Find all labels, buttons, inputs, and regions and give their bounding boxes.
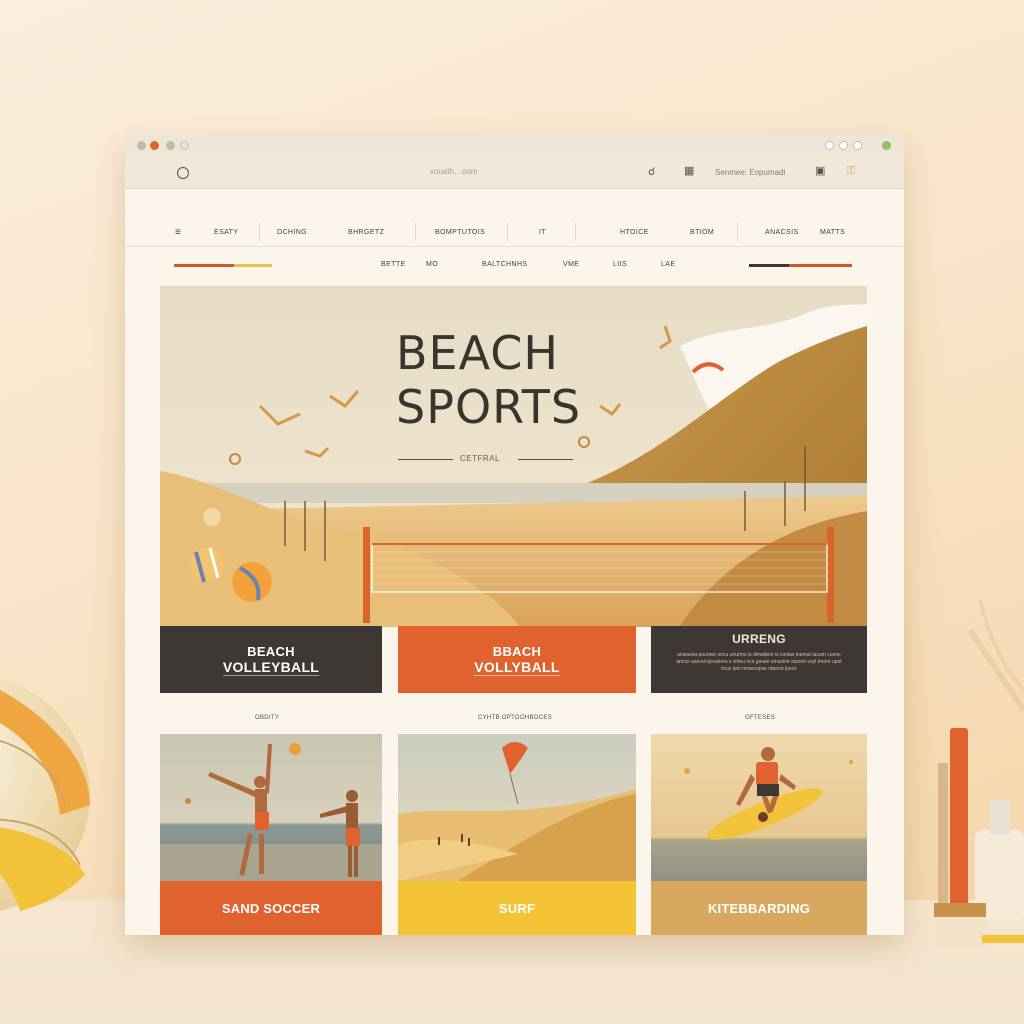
address-input[interactable]: vouath…oom [430, 167, 478, 176]
subnav-item[interactable]: BETTE [381, 261, 406, 268]
key-icon[interactable]: ⚿ [847, 166, 855, 177]
banner-card-title: BBACH [492, 643, 542, 659]
players-illustration [160, 743, 382, 881]
window-control-icon[interactable] [839, 141, 848, 150]
divider-line [518, 459, 573, 460]
banner-card-subtitle: VOLLEYBALL [222, 658, 320, 676]
subnav-item[interactable]: LAE [661, 261, 675, 268]
nav-item[interactable]: BTIOM [690, 229, 714, 236]
nav-item[interactable]: DCHING [277, 229, 307, 236]
hero-banner: BEACH SPORTS CETFRAL [160, 286, 867, 627]
primary-nav: ≡ ESATY DCHING BHRGETZ BOMPTUTOIS IT HTO… [125, 217, 904, 247]
kiteboarding-image[interactable] [651, 734, 867, 881]
accent-bar [234, 264, 272, 267]
browser-window: vouath…oom ☌ ▦ Senmee: Eopumadi ▣ ⚿ ≡ ES… [125, 135, 904, 935]
banner-card[interactable]: BEACH VOLLEYBALL [160, 626, 382, 693]
banner-card[interactable]: URRENG ansiavea pounwe oncu unurmo is di… [651, 626, 867, 693]
surfer-illustration [684, 747, 853, 840]
window-control-icon[interactable] [137, 141, 146, 150]
banner-card-subtitle: VOLLYBALL [474, 658, 560, 676]
section-caption: OFTESES [745, 715, 776, 721]
home-icon[interactable] [177, 167, 189, 179]
nav-item[interactable]: BHRGETZ [348, 229, 384, 236]
divider-line [398, 459, 453, 460]
sport-label[interactable]: KITEBBARDING [651, 881, 867, 935]
close-icon[interactable] [150, 141, 159, 150]
window-control-icon[interactable] [853, 141, 862, 150]
minimize-icon[interactable] [166, 141, 175, 150]
hero-title: BEACH SPORTS [396, 326, 581, 434]
sport-label[interactable]: SAND SOCCER [160, 881, 382, 935]
nav-item[interactable]: ESATY [214, 229, 238, 236]
hero-title-line: SPORTS [396, 380, 582, 434]
desk-props [934, 600, 1024, 947]
banner-card-body: ansiavea pounwe oncu unurmo is dimaitere… [676, 652, 842, 672]
menu-icon[interactable]: ≡ [175, 227, 181, 238]
accent-bar [174, 264, 234, 267]
nav-item[interactable]: ANACSIS [765, 229, 799, 236]
accent-bar [789, 264, 852, 267]
section-caption: OBDITY [255, 715, 280, 721]
search-field[interactable]: Senmee: Eopumadi [715, 168, 785, 177]
share-icon[interactable]: ▣ [815, 166, 825, 177]
address-bar: vouath…oom ☌ ▦ Senmee: Eopumadi ▣ ⚿ [125, 157, 904, 189]
nav-item[interactable]: BOMPTUTOIS [435, 229, 485, 236]
accent-bar [749, 264, 789, 267]
title-bar [125, 135, 904, 157]
hero-subtitle: CETFRAL [460, 454, 500, 463]
secondary-nav: BETTE MO BALTCHNHS VME LIIS LAE [125, 255, 904, 277]
banner-card-title: URRENG [732, 632, 786, 646]
window-control-icon[interactable] [882, 141, 891, 150]
maximize-icon[interactable] [180, 141, 189, 150]
subnav-item[interactable]: LIIS [613, 261, 627, 268]
hero-title-line: BEACH [396, 326, 559, 380]
grid-icon[interactable]: ▦ [684, 166, 694, 177]
surf-image[interactable] [398, 734, 636, 881]
window-control-icon[interactable] [825, 141, 834, 150]
nav-item[interactable]: IT [539, 229, 546, 236]
subnav-item[interactable]: VME [563, 261, 579, 268]
section-caption: CYHTB OPTOOHBOCES [478, 715, 553, 721]
volleyball-prop [0, 678, 90, 912]
subnav-item[interactable]: MO [426, 261, 438, 268]
search-icon[interactable]: ☌ [648, 167, 655, 178]
nav-item[interactable]: HTOICE [620, 229, 649, 236]
nav-item[interactable]: MATTS [820, 229, 845, 236]
subnav-item[interactable]: BALTCHNHS [482, 261, 527, 268]
sport-label[interactable]: SURF [398, 881, 636, 935]
banner-card-title: BEACH [247, 643, 295, 659]
sand-soccer-image[interactable] [160, 734, 382, 881]
banner-card[interactable]: BBACH VOLLYBALL [398, 626, 636, 693]
dunes-illustration [398, 742, 636, 881]
